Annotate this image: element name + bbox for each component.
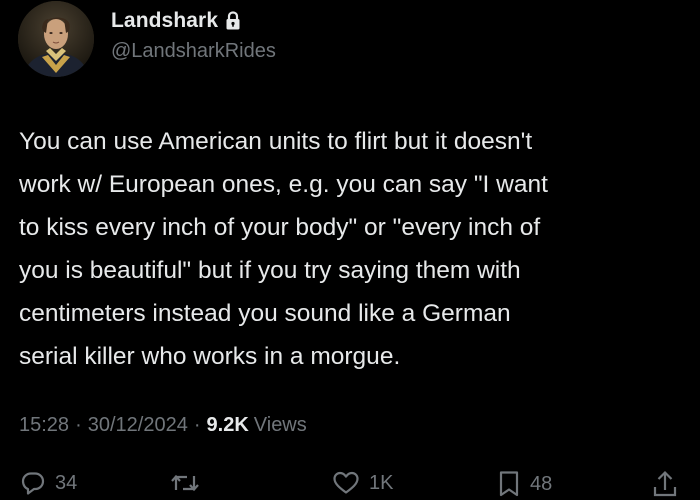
author-info: Landshark @LandsharkRides <box>111 6 276 63</box>
user-handle[interactable]: @LandsharkRides <box>111 40 276 63</box>
meta-separator: · <box>193 414 201 436</box>
lock-icon <box>225 11 241 31</box>
reply-button[interactable]: 34 <box>20 470 77 496</box>
tweet-date[interactable]: 30/12/2024 <box>88 414 188 437</box>
bookmark-icon <box>499 471 519 497</box>
like-button[interactable]: 1K <box>332 470 393 496</box>
reply-count: 34 <box>55 471 78 494</box>
views-count: 9.2K <box>206 414 249 436</box>
avatar[interactable] <box>18 1 94 77</box>
repost-icon <box>171 474 199 492</box>
tweet-time[interactable]: 15:28 <box>19 414 69 437</box>
share-icon <box>653 470 677 497</box>
meta-separator: · <box>75 414 82 436</box>
share-button[interactable] <box>652 470 678 498</box>
tweet: Landshark @LandsharkRides You can use Am… <box>0 0 700 500</box>
heart-icon <box>333 471 359 494</box>
portrait-avatar-icon <box>18 1 94 77</box>
bookmark-button[interactable]: 48 <box>497 470 552 498</box>
display-name[interactable]: Landshark <box>111 9 218 33</box>
views-label: Views <box>253 414 307 436</box>
like-count: 1K <box>369 471 394 494</box>
repost-button[interactable] <box>170 470 209 496</box>
display-name-row: Landshark <box>111 6 276 36</box>
reply-icon <box>21 472 45 495</box>
bookmark-count: 48 <box>530 472 553 495</box>
tweet-meta: 15:28 · 30/12/2024 · 9.2K Views <box>19 414 307 437</box>
action-bar: 34 1K 48 <box>0 470 700 500</box>
tweet-text: You can use American units to flirt but … <box>19 128 548 370</box>
